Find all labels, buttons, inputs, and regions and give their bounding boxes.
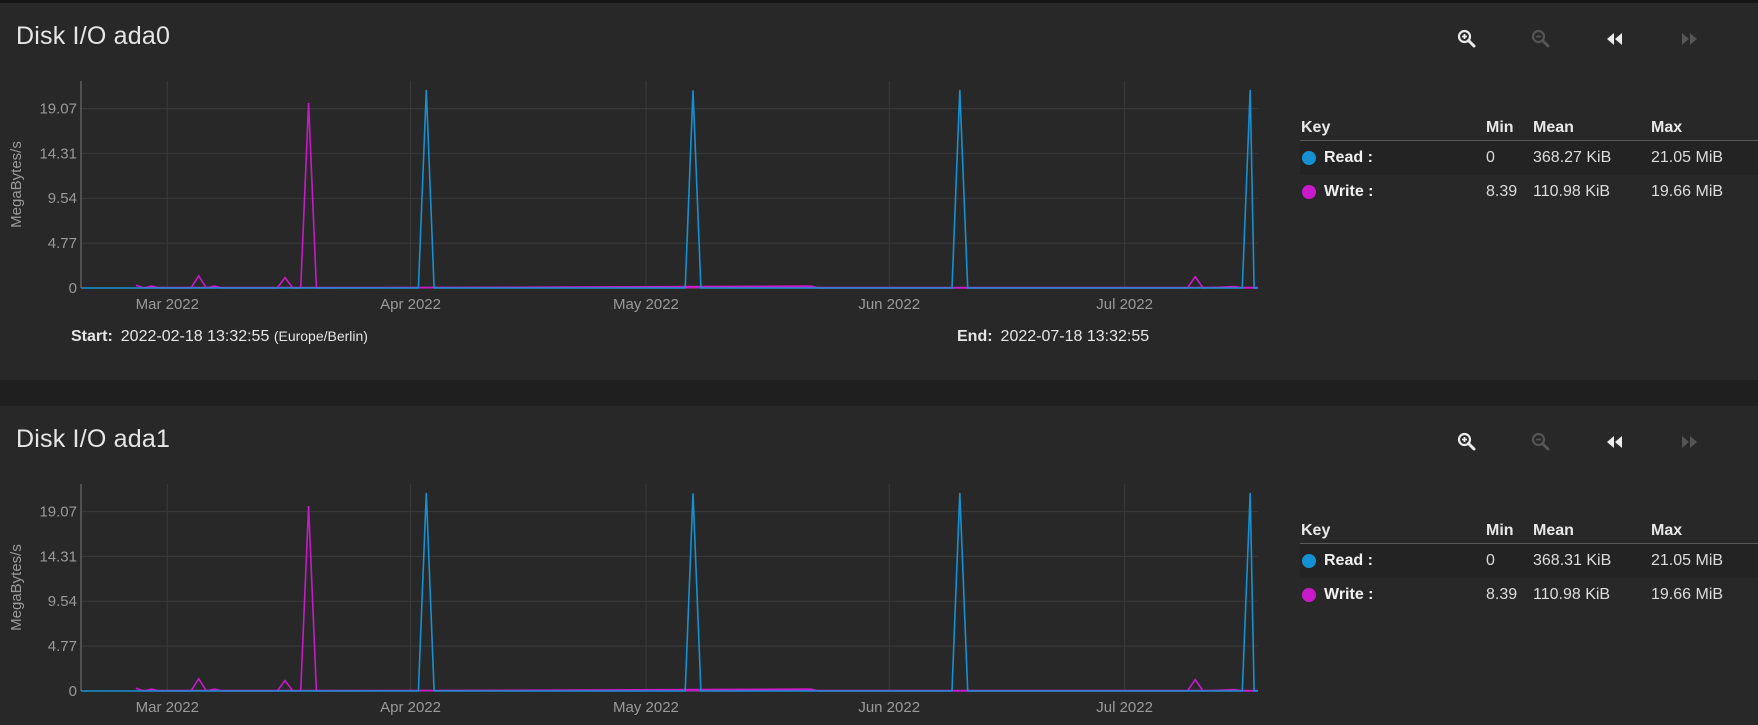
legend-min: 8.39: [1486, 183, 1518, 200]
y-tick-label: 14.31: [39, 145, 77, 162]
rewind-button[interactable]: [1601, 25, 1629, 53]
legend-series-name: Write :: [1324, 586, 1374, 603]
disk-io-panel-ada1: Disk I/O ada1 0 4.77 9.54 14.31 19.07 Mar 202…: [0, 406, 1758, 725]
x-tick-label: Jun 2022: [858, 296, 920, 313]
x-tick-label: May 2022: [613, 296, 679, 313]
x-tick-label: Jul 2022: [1096, 296, 1153, 313]
legend-header-min: Min: [1486, 119, 1514, 136]
read-series-line: [81, 492, 1258, 692]
zoom-out-button[interactable]: [1527, 25, 1555, 53]
zoom-in-button[interactable]: [1453, 428, 1481, 456]
y-tick-label: 4.77: [48, 638, 77, 655]
start-time: Start: 2022-02-18 13:32:55 (Europe/Berlin…: [71, 328, 368, 346]
legend-header-min: Min: [1486, 522, 1514, 539]
y-tick-label: 0: [69, 280, 77, 297]
legend-series-name: Read :: [1324, 149, 1373, 166]
y-tick-label: 0: [69, 683, 77, 700]
legend-max: 19.66 MiB: [1651, 183, 1724, 200]
y-tick-label: 9.54: [48, 593, 77, 610]
chart-legend: Key Min Mean Max Read : 0 368.27 KiB 21.…: [1300, 114, 1758, 209]
x-tick-label: Jul 2022: [1096, 699, 1153, 716]
legend-max: 21.05 MiB: [1651, 149, 1724, 166]
rewind-icon: [1607, 33, 1622, 45]
legend-min: 8.39: [1486, 586, 1518, 603]
legend-mean: 368.27 KiB: [1533, 149, 1612, 166]
legend-max: 19.66 MiB: [1651, 586, 1724, 603]
legend-mean: 110.98 KiB: [1533, 183, 1611, 200]
read-color-dot: [1302, 151, 1316, 165]
start-label: Start:: [71, 328, 113, 345]
zoom-in-button[interactable]: [1453, 25, 1481, 53]
y-tick-label: 19.07: [39, 101, 77, 118]
zoom-out-icon: [1531, 432, 1550, 451]
legend-row-read: Read : 0 368.27 KiB 21.05 MiB: [1300, 141, 1758, 175]
legend-header-mean: Mean: [1533, 119, 1574, 136]
legend-header: Key Min Mean Max: [1300, 517, 1758, 544]
zoom-out-icon: [1531, 29, 1550, 48]
legend-row-write: Write : 8.39 110.98 KiB 19.66 MiB: [1300, 175, 1758, 209]
y-tick-label: 4.77: [48, 235, 77, 252]
x-tick-label: Jun 2022: [858, 699, 920, 716]
legend-mean: 368.31 KiB: [1533, 552, 1612, 569]
fast-forward-button[interactable]: [1675, 428, 1703, 456]
write-color-dot: [1302, 185, 1316, 199]
legend-series-name: Read :: [1324, 552, 1373, 569]
y-tick-label: 9.54: [48, 190, 77, 207]
read-color-dot: [1302, 554, 1316, 568]
legend-header-mean: Mean: [1533, 522, 1574, 539]
legend-min: 0: [1486, 552, 1495, 569]
x-tick-label: Apr 2022: [380, 699, 441, 716]
legend-min: 0: [1486, 149, 1495, 166]
legend-row-write: Write : 8.39 110.98 KiB 19.66 MiB: [1300, 578, 1758, 612]
x-tick-label: Mar 2022: [136, 296, 199, 313]
start-value: 2022-02-18 13:32:55: [120, 328, 270, 345]
legend-row-read: Read : 0 368.31 KiB 21.05 MiB: [1300, 544, 1758, 578]
fast-forward-icon: [1682, 33, 1697, 45]
y-tick-label: 14.31: [39, 548, 77, 565]
zoom-out-button[interactable]: [1527, 428, 1555, 456]
zoom-in-icon: [1457, 29, 1476, 48]
legend-header-max: Max: [1651, 522, 1683, 539]
read-series-line: [81, 89, 1258, 289]
y-axis-label: MegaBytes/s: [8, 141, 25, 228]
x-tick-label: Apr 2022: [380, 296, 441, 313]
write-color-dot: [1302, 588, 1316, 602]
legend-header: Key Min Mean Max: [1300, 114, 1758, 141]
legend-header-key: Key: [1301, 119, 1331, 136]
disk-io-panel-ada0: Disk I/O ada0 0 4.77 9.54 14.31 19.07 Mar 202…: [0, 3, 1758, 380]
y-tick-label: 19.07: [39, 504, 77, 521]
chart-legend: Key Min Mean Max Read : 0 368.31 KiB 21.…: [1300, 517, 1758, 612]
end-value: 2022-07-18 13:32:55: [1000, 328, 1150, 345]
x-tick-label: May 2022: [613, 699, 679, 716]
rewind-button[interactable]: [1601, 428, 1629, 456]
end-time: End: 2022-07-18 13:32:55: [957, 328, 1149, 346]
fast-forward-icon: [1682, 436, 1697, 448]
legend-header-max: Max: [1651, 119, 1683, 136]
x-tick-label: Mar 2022: [136, 699, 199, 716]
legend-max: 21.05 MiB: [1651, 552, 1724, 569]
legend-mean: 110.98 KiB: [1533, 586, 1611, 603]
legend-series-name: Write :: [1324, 183, 1374, 200]
disk-io-chart: 0 4.77 9.54 14.31 19.07 Mar 2022 Apr 2022 May 2…: [8, 484, 1258, 716]
fast-forward-button[interactable]: [1675, 25, 1703, 53]
legend-header-key: Key: [1301, 522, 1331, 539]
zoom-in-icon: [1457, 432, 1476, 451]
y-axis-label: MegaBytes/s: [8, 544, 25, 631]
disk-io-chart: 0 4.77 9.54 14.31 19.07 Mar 2022 Apr 2022 May 2…: [8, 81, 1258, 313]
timezone: (Europe/Berlin): [273, 328, 368, 344]
rewind-icon: [1607, 436, 1622, 448]
end-label: End:: [957, 328, 993, 345]
